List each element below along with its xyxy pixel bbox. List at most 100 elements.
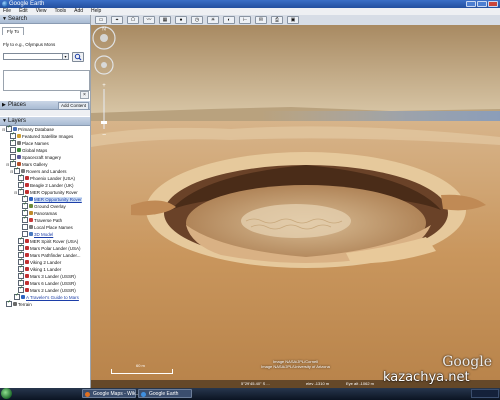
- close-icon: ×: [83, 92, 86, 98]
- layer-checkbox[interactable]: [22, 223, 28, 230]
- move-joystick-icon[interactable]: [101, 62, 107, 68]
- places-section-header[interactable]: ▶ Places Add Content: [0, 101, 90, 110]
- layer-label[interactable]: Rovers and Landers: [26, 169, 67, 174]
- layer-checkbox[interactable]: [10, 138, 16, 146]
- print-button[interactable]: ⎙: [271, 16, 283, 24]
- layer-label[interactable]: 3D Model: [34, 232, 53, 237]
- layer-label[interactable]: Global Maps: [22, 148, 47, 153]
- sidebar-toggle-button[interactable]: ▭: [95, 16, 107, 24]
- menu-edit[interactable]: Edit: [19, 8, 28, 15]
- layer-label[interactable]: Mars 3 Lander (USSR): [30, 274, 76, 279]
- layer-label[interactable]: Mars 2 Lander (USSR): [30, 288, 76, 293]
- layer-label[interactable]: Panoramas: [34, 211, 57, 216]
- clear-results-button[interactable]: ×: [80, 91, 89, 99]
- fly-to-input[interactable]: [3, 53, 63, 60]
- email-button[interactable]: ✉: [255, 16, 267, 24]
- maximize-button[interactable]: [477, 1, 487, 7]
- sand-dunes: [241, 204, 351, 238]
- taskbar-task-button[interactable]: Google Earth: [138, 389, 192, 398]
- layer-label[interactable]: Place Names: [22, 141, 49, 146]
- layer-label[interactable]: Spacecraft Imagery: [22, 155, 61, 160]
- layer-checkbox[interactable]: [10, 146, 16, 153]
- crater-scene[interactable]: [91, 25, 500, 388]
- mars-3d-view[interactable]: N + − Image NASA/JPL/Cornell Image NASA/…: [91, 25, 500, 388]
- task-label: Google Maps - Wik...: [93, 391, 140, 397]
- system-tray[interactable]: [471, 389, 499, 398]
- layer-item[interactable]: A Traveler's Guide to Mars: [10, 292, 79, 301]
- layer-icon: [17, 154, 21, 159]
- menu-tools[interactable]: Tools: [54, 8, 66, 15]
- places-header-label: Places: [8, 102, 27, 108]
- add-content-button[interactable]: Add Content: [57, 102, 89, 110]
- layer-label[interactable]: Phoenix Lander (USA): [30, 176, 75, 181]
- layer-item[interactable]: Terrain: [2, 299, 32, 308]
- layer-icon: [17, 147, 21, 152]
- layer-label[interactable]: Traverse Path: [34, 218, 62, 223]
- layer-label[interactable]: Mars Polar Lander (USA): [30, 246, 81, 251]
- layer-label[interactable]: Viking 1 Lander: [30, 267, 61, 272]
- layer-label[interactable]: Ground Overlay: [34, 204, 66, 209]
- search-button[interactable]: [72, 52, 84, 62]
- navigation-controls[interactable]: N + −: [91, 25, 117, 145]
- look-joystick-icon[interactable]: [100, 34, 108, 42]
- layer-label[interactable]: MER Opportunity Rover: [34, 197, 82, 202]
- planets-button[interactable]: ◐: [223, 16, 235, 24]
- placemark-button[interactable]: ⌖: [111, 16, 123, 24]
- layer-icon: [25, 182, 29, 187]
- layer-label[interactable]: Primary Database: [18, 127, 54, 132]
- zoom-out-icon[interactable]: −: [102, 132, 106, 139]
- layer-label[interactable]: MER Spirit Rover (USA): [30, 239, 78, 244]
- layer-checkbox[interactable]: [6, 299, 12, 307]
- layer-item[interactable]: Featured Satellite Images: [6, 131, 73, 140]
- tab-fly-to[interactable]: Fly To: [2, 27, 24, 35]
- fly-to-dropdown-button[interactable]: ▾: [63, 53, 69, 60]
- sunlight-icon: ☀: [210, 17, 216, 23]
- zoom-slider-thumb[interactable]: [101, 121, 107, 124]
- task-app-icon: [85, 392, 90, 397]
- layer-label[interactable]: Mars Gallery: [22, 162, 48, 167]
- search-section-header[interactable]: ▼ Search: [0, 15, 90, 24]
- fly-to-hint: Fly to e.g., Olympus Mons: [3, 42, 56, 47]
- ruler-button[interactable]: ⊢: [239, 16, 251, 24]
- layer-label[interactable]: Mars Pathfinder Lander...: [30, 253, 81, 258]
- menu-help[interactable]: Help: [91, 8, 101, 15]
- layer-label[interactable]: Viking 2 Lander: [30, 260, 61, 265]
- layer-item[interactable]: Mars 2 Lander (USSR): [14, 285, 76, 294]
- layer-icon: [17, 140, 21, 145]
- layer-label[interactable]: MER Opportunity Rover: [30, 190, 78, 195]
- menu-file[interactable]: File: [3, 8, 11, 15]
- layer-icon: [29, 203, 33, 208]
- minimize-button[interactable]: [466, 1, 476, 7]
- north-indicator-icon[interactable]: N: [102, 27, 106, 33]
- path-icon: 〰: [146, 17, 152, 23]
- layer-label[interactable]: Local Place Names: [34, 225, 73, 230]
- print-icon: ⎙: [274, 17, 279, 23]
- menu-add[interactable]: Add: [74, 8, 83, 15]
- layer-label[interactable]: Terrain: [18, 302, 32, 307]
- taskbar: Google Maps - Wik... Google Earth: [0, 388, 500, 400]
- layer-checkbox[interactable]: [22, 215, 28, 223]
- layer-checkbox[interactable]: [14, 292, 20, 300]
- search-header-label: Search: [8, 16, 28, 22]
- window-title: Google Earth: [9, 1, 45, 7]
- layers-section-header[interactable]: ▼ Layers: [0, 117, 90, 126]
- task-label: Google Earth: [149, 391, 179, 397]
- view-in-maps-icon: ▣: [290, 17, 296, 23]
- taskbar-task-button[interactable]: Google Maps - Wik...: [82, 389, 140, 398]
- layer-label[interactable]: A Traveler's Guide to Mars: [26, 295, 79, 300]
- start-button[interactable]: [1, 388, 12, 399]
- view-in-maps-button[interactable]: ▣: [287, 16, 299, 24]
- layer-label[interactable]: Featured Satellite Images: [22, 134, 73, 139]
- layer-label[interactable]: Beagle 2 Lander (UK): [30, 183, 74, 188]
- layer-item[interactable]: ⊟Mars Gallery: [6, 159, 48, 168]
- polygon-button[interactable]: ⬠: [127, 16, 139, 24]
- path-button[interactable]: 〰: [143, 16, 155, 24]
- sunlight-button[interactable]: ☀: [207, 16, 219, 24]
- record-tour-button[interactable]: ●: [175, 16, 187, 24]
- close-window-button[interactable]: [488, 1, 498, 7]
- image-overlay-button[interactable]: ▦: [159, 16, 171, 24]
- historical-imagery-button[interactable]: ◷: [191, 16, 203, 24]
- layer-label[interactable]: Mars 6 Lander (USSR): [30, 281, 76, 286]
- zoom-in-icon[interactable]: +: [102, 83, 106, 89]
- menu-view[interactable]: View: [36, 8, 47, 15]
